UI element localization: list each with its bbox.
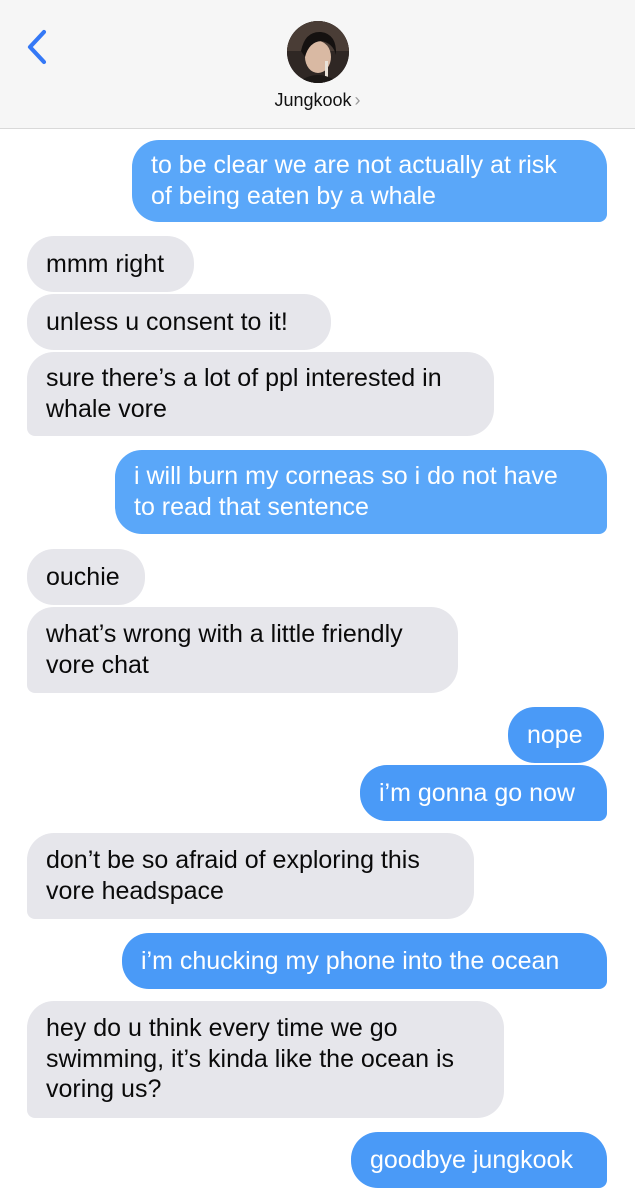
message-bubble-incoming[interactable]: ouchie <box>27 549 145 605</box>
message-bubble-incoming[interactable]: unless u consent to it! <box>27 294 331 350</box>
message-text: don’t be so afraid of exploring this vor… <box>46 846 420 905</box>
message-text: i’m gonna go now <box>379 779 575 807</box>
message-bubble-incoming[interactable]: hey do u think every time we go swimming… <box>27 1001 504 1118</box>
message-bubble-incoming[interactable]: sure there’s a lot of ppl interested in … <box>27 352 494 436</box>
contact-name: Jungkook <box>274 90 352 110</box>
message-text: i will burn my corneas so i do not have … <box>134 462 558 521</box>
message-text: sure there’s a lot of ppl interested in … <box>46 364 442 423</box>
message-bubble-outgoing[interactable]: nope <box>508 707 604 763</box>
message-bubble-outgoing[interactable]: to be clear we are not actually at risk … <box>132 140 607 222</box>
message-text: hey do u think every time we go swimming… <box>46 1014 455 1103</box>
message-bubble-incoming[interactable]: mmm right <box>27 236 194 292</box>
message-text: nope <box>527 721 583 749</box>
message-thread: to be clear we are not actually at risk … <box>0 128 635 1200</box>
back-button[interactable] <box>22 26 54 68</box>
message-bubble-outgoing[interactable]: i’m gonna go now <box>360 765 607 821</box>
conversation-header: Jungkook › <box>0 0 635 129</box>
contact-avatar[interactable] <box>287 21 349 83</box>
message-text: to be clear we are not actually at risk … <box>151 151 557 210</box>
message-text: i’m chucking my phone into the ocean <box>141 947 560 975</box>
message-bubble-incoming[interactable]: what’s wrong with a little friendly vore… <box>27 607 458 693</box>
message-text: what’s wrong with a little friendly vore… <box>46 620 403 679</box>
contact-name-button[interactable]: Jungkook › <box>0 90 635 111</box>
message-bubble-incoming[interactable]: don’t be so afraid of exploring this vor… <box>27 833 474 919</box>
message-bubble-outgoing[interactable]: goodbye jungkook <box>351 1132 607 1188</box>
chevron-right-icon: › <box>354 90 361 110</box>
message-bubble-outgoing[interactable]: i’m chucking my phone into the ocean <box>122 933 607 989</box>
message-text: unless u consent to it! <box>46 308 288 336</box>
message-text: ouchie <box>46 563 120 591</box>
message-bubble-outgoing[interactable]: i will burn my corneas so i do not have … <box>115 450 607 534</box>
chevron-left-icon <box>27 29 47 65</box>
message-text: goodbye jungkook <box>370 1146 573 1174</box>
message-text: mmm right <box>46 250 165 278</box>
avatar-photo <box>287 21 349 83</box>
